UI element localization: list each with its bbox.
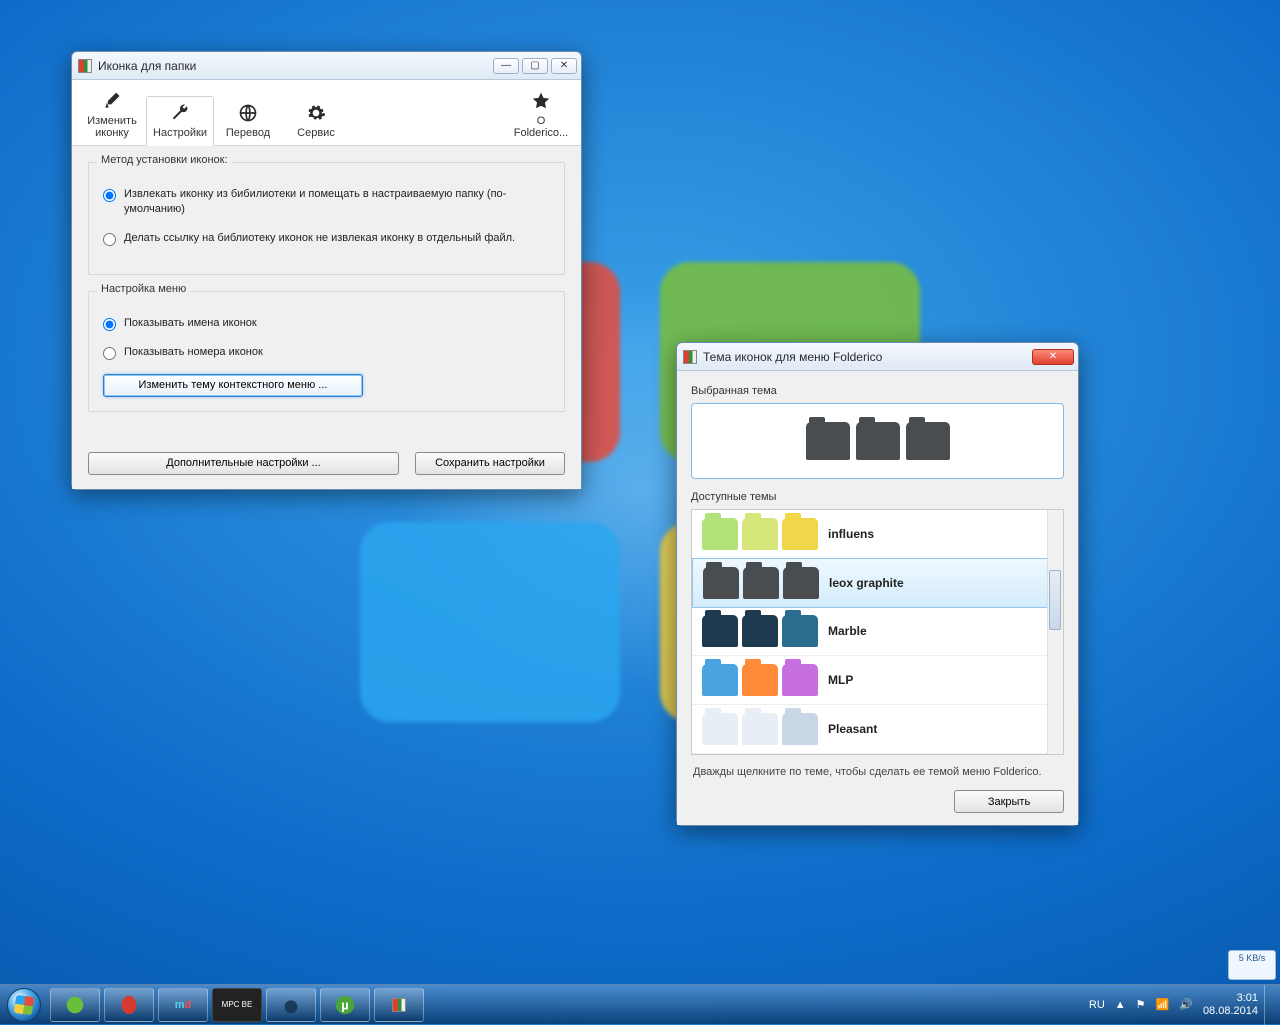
- change-context-theme-button[interactable]: Изменить тему контекстного меню ...: [103, 374, 363, 397]
- tab-service[interactable]: Сервис: [282, 96, 350, 145]
- folder-icon: [782, 518, 818, 550]
- tab-translate[interactable]: Перевод: [214, 96, 282, 145]
- titlebar[interactable]: Тема иконок для меню Folderico ✕: [677, 343, 1078, 371]
- group-menu-settings: Настройка меню Показывать имена иконок П…: [88, 291, 565, 412]
- folder-icon: [703, 567, 739, 599]
- advanced-settings-button[interactable]: Дополнительные настройки ...: [88, 452, 399, 475]
- folder-icon: [782, 615, 818, 647]
- globe-icon: [238, 103, 258, 123]
- theme-picker-window: Тема иконок для меню Folderico ✕ Выбранн…: [676, 342, 1079, 826]
- system-tray: RU ▲ ⚑ 📶 🔊 3:01 08.08.2014: [1083, 992, 1264, 1016]
- folder-icon: [806, 422, 850, 460]
- folder-icon: [783, 567, 819, 599]
- folder-icon: [742, 664, 778, 696]
- radio-input[interactable]: [103, 233, 116, 246]
- taskbar-item-app[interactable]: [266, 988, 316, 1022]
- close-button[interactable]: ✕: [1032, 349, 1074, 365]
- volume-icon[interactable]: 🔊: [1179, 998, 1193, 1011]
- available-themes-label: Доступные темы: [691, 491, 1064, 503]
- network-speed-widget[interactable]: 5 KB/s: [1228, 950, 1276, 980]
- window-title: Тема иконок для меню Folderico: [703, 350, 882, 364]
- chevron-up-icon[interactable]: ▲: [1115, 999, 1126, 1011]
- folder-icon: [702, 615, 738, 647]
- taskbar-item-opera[interactable]: [104, 988, 154, 1022]
- titlebar[interactable]: Иконка для папки — ▢ ✕: [72, 52, 581, 80]
- folder-icon: [782, 664, 818, 696]
- star-icon: [531, 91, 551, 111]
- folder-icon: [742, 518, 778, 550]
- folder-icon: [743, 567, 779, 599]
- tab-change-icon[interactable]: Изменить иконку: [78, 84, 146, 145]
- tab-settings[interactable]: Настройки: [146, 96, 214, 146]
- taskbar-item-mpc[interactable]: MPC BE: [212, 988, 262, 1022]
- wrench-icon: [170, 103, 190, 123]
- theme-list: influens leox graphite Marble MLP Pleasant: [691, 509, 1064, 755]
- theme-row[interactable]: Marble: [692, 607, 1063, 656]
- folder-icon: [856, 422, 900, 460]
- folder-icon: [742, 615, 778, 647]
- taskbar-item-md[interactable]: md: [158, 988, 208, 1022]
- radio-extract-default[interactable]: Извлекать иконку из бибилиотеки и помеща…: [103, 187, 550, 217]
- group-legend: Метод установки иконок:: [97, 154, 232, 166]
- tab-about[interactable]: О Folderico...: [507, 84, 575, 145]
- network-icon[interactable]: 📶: [1156, 998, 1170, 1011]
- scrollbar[interactable]: [1047, 510, 1063, 754]
- theme-row[interactable]: leox graphite: [692, 558, 1055, 608]
- taskbar: md MPC BE µ RU ▲ ⚑ 📶 🔊 3:01 08.08.2014: [0, 984, 1280, 1024]
- taskbar-item-icq[interactable]: [50, 988, 100, 1022]
- theme-name: Pleasant: [828, 722, 877, 736]
- gear-icon: [306, 103, 326, 123]
- group-legend: Настройка меню: [97, 283, 190, 295]
- radio-link-library[interactable]: Делать ссылку на библиотеку иконок не из…: [103, 231, 550, 246]
- toolbar: Изменить иконку Настройки Перевод Сервис…: [72, 80, 581, 146]
- group-install-method: Метод установки иконок: Извлекать иконку…: [88, 162, 565, 275]
- radio-show-numbers[interactable]: Показывать номера иконок: [103, 345, 550, 360]
- window-title: Иконка для папки: [98, 59, 196, 73]
- save-settings-button[interactable]: Сохранить настройки: [415, 452, 565, 475]
- theme-name: leox graphite: [829, 576, 904, 590]
- maximize-button[interactable]: ▢: [522, 58, 548, 74]
- radio-input[interactable]: [103, 347, 116, 360]
- radio-input[interactable]: [103, 318, 116, 331]
- start-button[interactable]: [0, 985, 48, 1025]
- app-icon: [683, 350, 697, 364]
- flag-icon[interactable]: ⚑: [1136, 998, 1146, 1011]
- selected-theme-label: Выбранная тема: [691, 385, 1064, 397]
- selected-theme-preview: [691, 403, 1064, 479]
- close-dialog-button[interactable]: Закрыть: [954, 790, 1064, 813]
- folder-icon: [702, 518, 738, 550]
- radio-input[interactable]: [103, 189, 116, 202]
- windows-orb-icon: [7, 988, 41, 1022]
- folderico-settings-window: Иконка для папки — ▢ ✕ Изменить иконку Н…: [71, 51, 582, 490]
- brush-icon: [102, 91, 122, 111]
- hint-text: Дважды щелкните по теме, чтобы сделать е…: [693, 765, 1062, 780]
- svg-text:µ: µ: [341, 997, 348, 1012]
- theme-row[interactable]: MLP: [692, 656, 1063, 705]
- tray-language[interactable]: RU: [1089, 999, 1105, 1011]
- theme-name: MLP: [828, 673, 853, 687]
- minimize-button[interactable]: —: [493, 58, 519, 74]
- tray-clock[interactable]: 3:01 08.08.2014: [1203, 992, 1258, 1016]
- radio-show-names[interactable]: Показывать имена иконок: [103, 316, 550, 331]
- folder-icon: [702, 713, 738, 745]
- app-icon: [78, 59, 92, 73]
- scrollbar-thumb[interactable]: [1049, 570, 1061, 630]
- folder-icon: [906, 422, 950, 460]
- taskbar-item-folderico[interactable]: [374, 988, 424, 1022]
- theme-name: influens: [828, 527, 874, 541]
- folder-icon: [782, 713, 818, 745]
- theme-row[interactable]: Pleasant: [692, 705, 1063, 754]
- folder-icon: [702, 664, 738, 696]
- theme-name: Marble: [828, 624, 867, 638]
- show-desktop-button[interactable]: [1264, 985, 1274, 1025]
- close-button[interactable]: ✕: [551, 58, 577, 74]
- folder-icon: [742, 713, 778, 745]
- taskbar-item-utorrent[interactable]: µ: [320, 988, 370, 1022]
- theme-row[interactable]: influens: [692, 510, 1063, 559]
